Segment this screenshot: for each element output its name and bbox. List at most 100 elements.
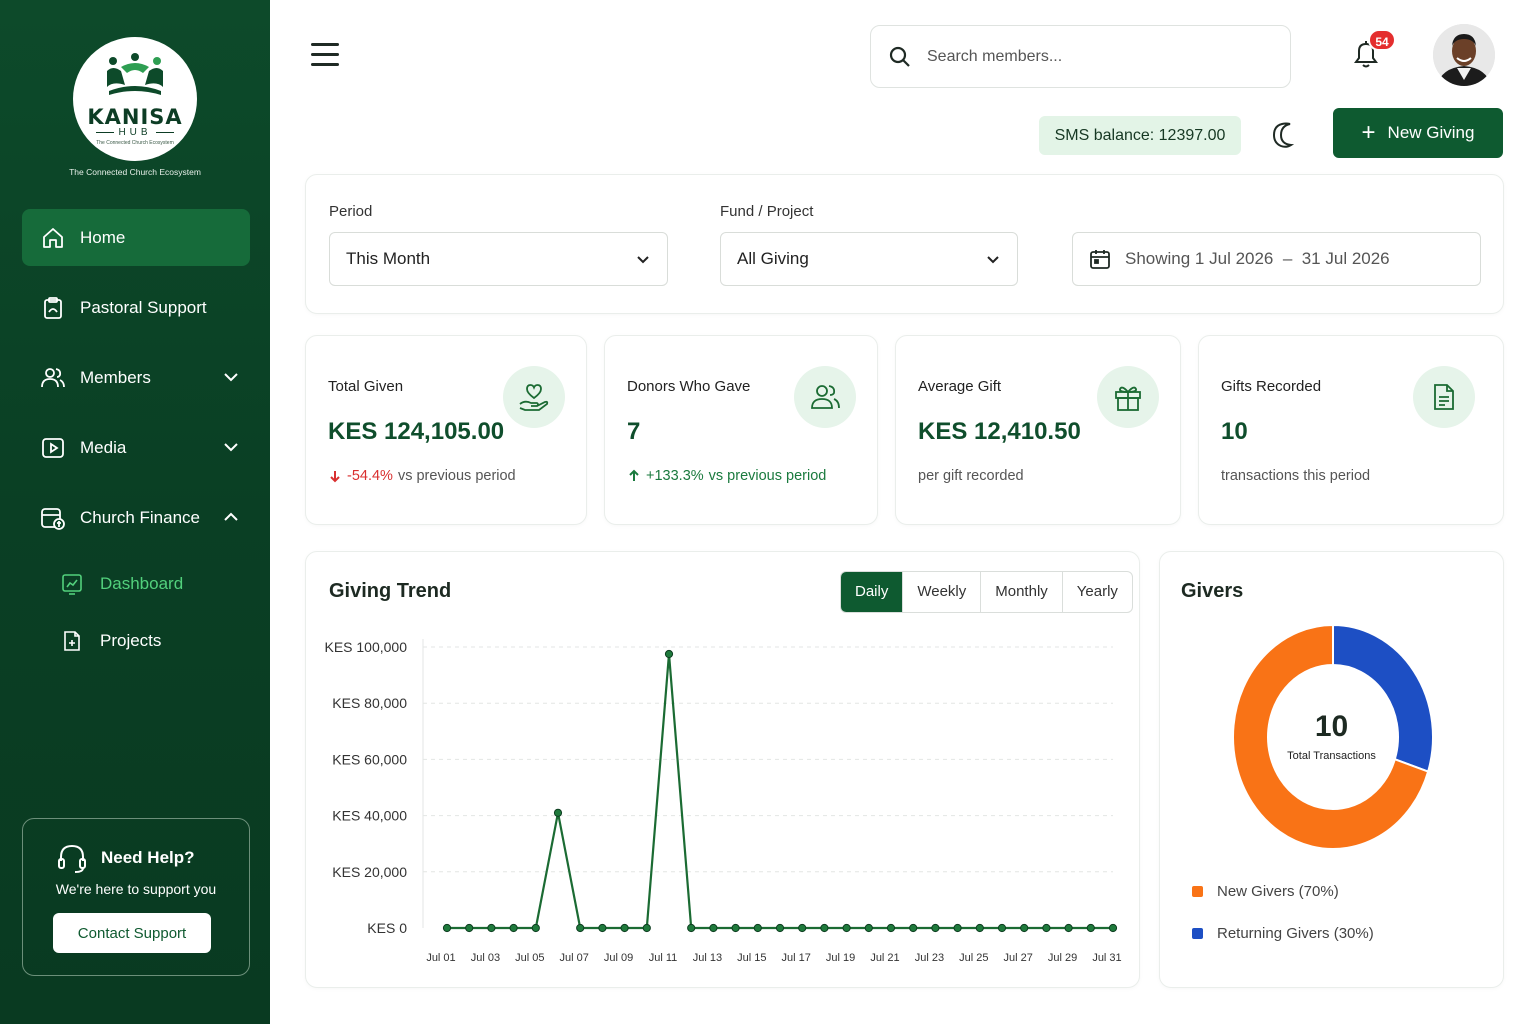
arrow-down-icon: [330, 471, 340, 483]
givers-card: Givers 10 Total Transactions New Givers …: [1159, 551, 1504, 988]
data-point: [531, 923, 540, 933]
sidebar-subitem-dashboard[interactable]: Dashboard: [22, 559, 250, 609]
data-point: [1064, 923, 1073, 933]
date-range-picker[interactable]: Showing 1 Jul 2026 – 31 Jul 2026: [1072, 232, 1481, 286]
giving-trend-card: Giving Trend Daily Weekly Monthly Yearly…: [305, 551, 1140, 988]
x-tick-label: Jul 15: [737, 952, 766, 964]
contact-support-button[interactable]: Contact Support: [53, 913, 211, 953]
heart-hand-icon: [503, 366, 565, 428]
y-tick-label: KES 100,000: [324, 639, 407, 655]
data-point: [709, 923, 718, 933]
stat-card-total-given: Total Given KES 124,105.00 -54.4% vs pre…: [305, 335, 587, 525]
logo-badge: KANISA HUB The Connected Church Ecosyste…: [73, 37, 197, 161]
sidebar-nav: Home Pastoral Support Members Media Chur…: [22, 209, 250, 673]
calendar-icon: [1090, 250, 1110, 269]
x-tick-label: Jul 07: [560, 952, 589, 964]
data-point: [753, 923, 762, 933]
stat-sub: per gift recorded: [918, 468, 1024, 484]
data-point: [731, 923, 740, 933]
data-point: [1108, 923, 1118, 933]
home-icon: [40, 225, 66, 251]
gift-icon: [1097, 366, 1159, 428]
search-box[interactable]: [870, 25, 1291, 88]
play-icon: [40, 435, 66, 461]
data-point: [997, 923, 1007, 933]
help-subtitle: We're here to support you: [55, 881, 217, 897]
data-point: [820, 923, 829, 933]
data-point: [842, 923, 851, 933]
sidebar-item-church-finance[interactable]: Church Finance: [22, 489, 250, 546]
logo-people-icon: [107, 53, 163, 95]
avatar[interactable]: [1433, 24, 1495, 86]
dark-mode-moon-icon[interactable]: [1270, 120, 1300, 150]
stat-label: Donors Who Gave: [627, 378, 751, 395]
sidebar-item-pastoral-support[interactable]: Pastoral Support: [22, 279, 250, 336]
search-icon: [889, 46, 910, 67]
giving-trend-chart: KES 100,000 KES 80,000 KES 60,000 KES 40,00…: [324, 639, 1122, 964]
stat-card-gifts-recorded: Gifts Recorded 10 transactions this peri…: [1198, 335, 1504, 525]
x-tick-label: Jul 21: [870, 952, 899, 964]
sidebar-subitem-label: Dashboard: [100, 574, 184, 593]
sidebar-subitem-projects[interactable]: Projects: [22, 616, 250, 666]
chevron-up-icon[interactable]: [222, 508, 240, 526]
x-tick-label: Jul 01: [426, 952, 455, 964]
sidebar-item-home[interactable]: Home: [22, 209, 250, 266]
new-giving-button[interactable]: + New Giving: [1333, 108, 1503, 158]
data-point: [1086, 923, 1095, 933]
x-tick-label: Jul 11: [649, 952, 678, 964]
chevron-down-icon: [637, 256, 649, 264]
y-tick-label: KES 80,000: [332, 695, 407, 711]
filter-card: Period This Month Fund / Project All Giv…: [305, 174, 1504, 314]
legend-item-new-givers: New Givers (70%): [1192, 883, 1339, 900]
series-line: [447, 652, 1113, 930]
x-tick-label: Jul 17: [782, 952, 811, 964]
menu-toggle-icon[interactable]: [311, 43, 339, 69]
stat-change: +133.3% vs previous period: [627, 468, 826, 484]
sidebar-item-members[interactable]: Members: [22, 349, 250, 406]
sidebar-subitem-label: Projects: [100, 631, 162, 650]
stat-value: KES 12,410.50: [918, 418, 1081, 445]
notification-badge: 54: [1368, 29, 1396, 51]
sidebar-item-media[interactable]: Media: [22, 419, 250, 476]
chevron-down-icon[interactable]: [222, 368, 240, 386]
stat-card-average-gift: Average Gift KES 12,410.50 per gift reco…: [895, 335, 1181, 525]
sidebar-item-label: Members: [80, 367, 151, 387]
data-point: [953, 923, 962, 933]
data-point: [620, 923, 629, 933]
chevron-down-icon: [987, 256, 999, 264]
data-point: [664, 649, 674, 659]
brand-tagline: The Connected Church Ecosystem: [69, 167, 201, 177]
data-point: [487, 923, 496, 933]
sidebar-item-label: Church Finance: [80, 507, 201, 527]
brand-sub: HUB: [73, 127, 197, 138]
users-icon: [40, 365, 66, 391]
x-tick-label: Jul 13: [693, 952, 722, 964]
data-point: [598, 923, 607, 933]
document-icon: [1413, 366, 1475, 428]
data-point: [975, 923, 984, 933]
stat-label: Total Given: [328, 378, 404, 395]
clipboard-icon: [40, 295, 66, 321]
help-title: Need Help?: [55, 841, 195, 875]
brand-name: KANISA: [87, 105, 183, 129]
x-tick-label: Jul 23: [915, 952, 944, 964]
stat-sub: transactions this period: [1221, 468, 1371, 484]
brand-small-tag: The Connected Church Ecosystem: [96, 140, 174, 146]
fund-select[interactable]: All Giving: [720, 232, 1018, 286]
data-point: [642, 923, 651, 933]
period-select[interactable]: This Month: [329, 232, 668, 286]
chevron-down-icon[interactable]: [222, 438, 240, 456]
stat-change: -54.4% vs previous period: [328, 468, 516, 484]
users-icon: [794, 366, 856, 428]
y-tick-label: KES 20,000: [332, 864, 407, 880]
data-point: [775, 923, 785, 933]
sms-balance-badge: SMS balance: 12397.00: [1039, 116, 1241, 155]
stat-value: KES 124,105.00: [328, 418, 505, 445]
chart-title: Givers: [1181, 580, 1244, 602]
sidebar: KANISA HUB The Connected Church Ecosyste…: [0, 0, 270, 1024]
data-point: [1042, 923, 1051, 933]
stat-value: 10: [1221, 418, 1248, 445]
x-tick-label: Jul 05: [515, 952, 544, 964]
y-tick-label: KES 0: [367, 920, 407, 936]
search-input[interactable]: [927, 47, 1267, 66]
